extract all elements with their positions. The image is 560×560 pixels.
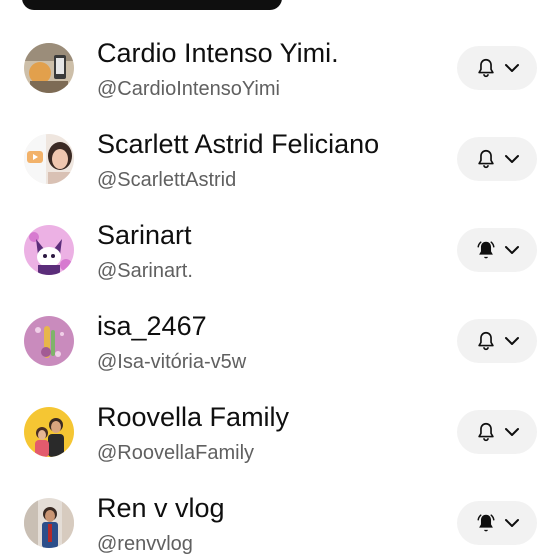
channel-row[interactable]: Ren v vlog @renvvlog (0, 477, 560, 560)
channel-handle: @ScarlettAstrid (97, 169, 237, 191)
notification-button[interactable] (457, 46, 537, 90)
channel-row[interactable]: Cardio Intenso Yimi. @CardioIntensoYimi (0, 22, 560, 113)
bell-filled-ringing-icon (477, 241, 495, 259)
bell-outline-icon (478, 149, 494, 169)
channel-row[interactable]: Scarlett Astrid Feliciano @ScarlettAstri… (0, 113, 560, 204)
bell-outline-icon (478, 331, 494, 351)
channel-name[interactable]: Cardio Intenso Yimi. (97, 36, 339, 70)
avatar[interactable] (24, 316, 74, 366)
channel-name[interactable]: isa_2467 (97, 309, 207, 343)
avatar[interactable] (24, 498, 74, 548)
channel-handle: @renvvlog (97, 533, 193, 555)
channel-handle: @CardioIntensoYimi (97, 78, 280, 100)
channel-row[interactable]: Sarinart @Sarinart. (0, 204, 560, 295)
chevron-down-icon (505, 246, 519, 254)
notification-button[interactable] (457, 319, 537, 363)
chevron-down-icon (505, 155, 519, 163)
chevron-down-icon (505, 64, 519, 72)
channel-name[interactable]: Roovella Family (97, 400, 289, 434)
avatar[interactable] (24, 225, 74, 275)
channel-list: Cardio Intenso Yimi. @CardioIntensoYimi (0, 22, 560, 560)
chevron-down-icon (505, 519, 519, 527)
bell-outline-icon (478, 58, 494, 78)
notification-button[interactable] (457, 228, 537, 272)
channel-handle: @Isa-vitória-v5w (97, 351, 247, 373)
channel-row[interactable]: isa_2467 @Isa-vitória-v5w (0, 295, 560, 386)
bell-filled-ringing-icon (477, 514, 495, 532)
notification-button[interactable] (457, 410, 537, 454)
subscriptions-screen: Cardio Intenso Yimi. @CardioIntensoYimi (0, 0, 560, 560)
notification-button[interactable] (457, 501, 537, 545)
channel-name[interactable]: Scarlett Astrid Feliciano (97, 127, 379, 161)
channel-name[interactable]: Ren v vlog (97, 491, 225, 525)
channel-name[interactable]: Sarinart (97, 218, 192, 252)
channel-row[interactable]: Roovella Family @RoovellaFamily (0, 386, 560, 477)
channel-handle: @RoovellaFamily (97, 442, 255, 464)
notification-button[interactable] (457, 137, 537, 181)
channel-handle: @Sarinart. (97, 260, 193, 282)
avatar[interactable] (24, 407, 74, 457)
chevron-down-icon (505, 428, 519, 436)
bell-outline-icon (478, 422, 494, 442)
top-bar[interactable] (22, 0, 282, 10)
avatar[interactable] (24, 43, 74, 93)
avatar[interactable] (24, 134, 74, 184)
chevron-down-icon (505, 337, 519, 345)
